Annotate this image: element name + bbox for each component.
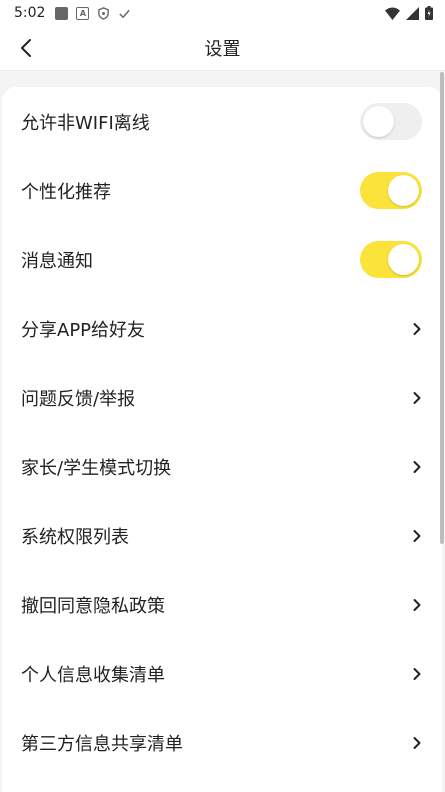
setting-label: 消息通知 [21, 250, 93, 272]
battery-icon [425, 6, 433, 20]
chevron-right-icon [413, 391, 421, 404]
check-icon [119, 9, 131, 18]
setting-row-notifications[interactable]: 消息通知 [2, 225, 442, 294]
chevron-right-icon [413, 322, 421, 335]
personalized-toggle[interactable] [360, 172, 422, 209]
setting-row-third-party[interactable]: 第三方信息共享清单 [2, 708, 442, 777]
scrollbar[interactable] [440, 72, 444, 544]
setting-label: 分享APP给好友 [21, 319, 146, 341]
setting-label: 撤回同意隐私政策 [21, 595, 165, 617]
app-notification-icon: A [76, 6, 90, 20]
setting-label: 个性化推荐 [21, 181, 111, 203]
chevron-left-icon [21, 39, 31, 57]
setting-row-mode-switch[interactable]: 家长/学生模式切换 [2, 432, 442, 501]
setting-label: 允许非WIFI离线 [21, 112, 150, 134]
setting-row-revoke-privacy[interactable]: 撤回同意隐私政策 [2, 570, 442, 639]
status-left: 5:02 A [14, 5, 131, 21]
setting-row-wifi-offline[interactable]: 允许非WIFI离线 [2, 87, 442, 156]
setting-row-info-collection[interactable]: 个人信息收集清单 [2, 639, 442, 708]
status-right [385, 6, 433, 20]
toggle-knob [388, 175, 419, 206]
setting-label: 个人信息收集清单 [21, 664, 165, 686]
toggle-knob [388, 244, 419, 275]
setting-label: 问题反馈/举报 [21, 388, 136, 410]
chevron-right-icon [413, 460, 421, 473]
wifi-icon [385, 7, 400, 20]
notification-icon [55, 6, 69, 20]
setting-row-share-app[interactable]: 分享APP给好友 [2, 294, 442, 363]
chevron-right-icon [413, 736, 421, 749]
setting-row-permissions[interactable]: 系统权限列表 [2, 501, 442, 570]
chevron-right-icon [413, 598, 421, 611]
status-bar: 5:02 A [0, 0, 445, 26]
shield-icon [98, 6, 110, 20]
notifications-toggle[interactable] [360, 241, 422, 278]
status-time: 5:02 [14, 5, 46, 21]
setting-row-personalized[interactable]: 个性化推荐 [2, 156, 442, 225]
wifi-offline-toggle[interactable] [360, 103, 422, 140]
setting-label: 第三方信息共享清单 [21, 733, 183, 755]
chevron-right-icon [413, 667, 421, 680]
setting-label: 系统权限列表 [21, 526, 129, 548]
chevron-right-icon [413, 529, 421, 542]
settings-list: 允许非WIFI离线 个性化推荐 消息通知 分享APP给好友 问题反馈/举报 家长… [2, 87, 442, 792]
signal-icon [406, 6, 419, 20]
setting-label: 家长/学生模式切换 [21, 457, 172, 479]
setting-row-feedback[interactable]: 问题反馈/举报 [2, 363, 442, 432]
app-bar: 设置 [0, 26, 445, 71]
page-title: 设置 [204, 39, 241, 60]
toggle-knob [363, 106, 394, 137]
back-button[interactable] [10, 32, 42, 64]
